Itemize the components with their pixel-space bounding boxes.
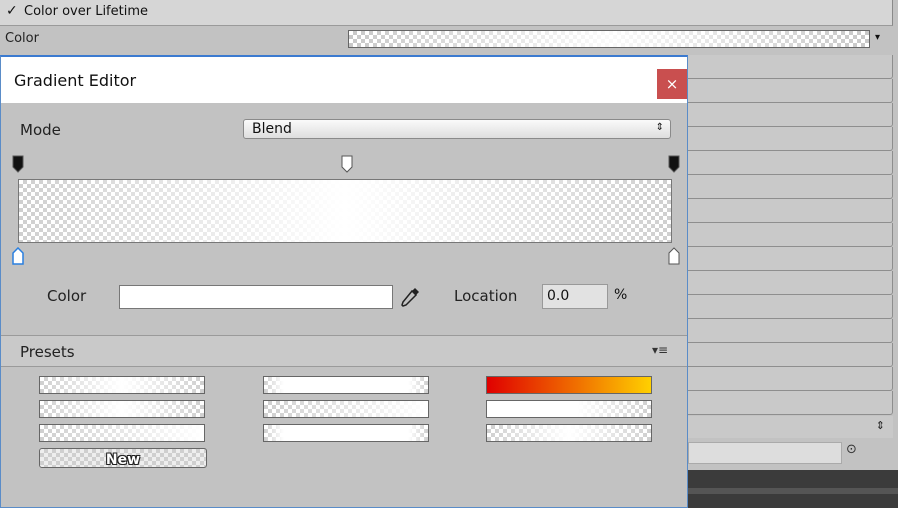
inspector-row xyxy=(688,127,893,151)
color-label: Color xyxy=(47,287,87,305)
preset-swatch[interactable] xyxy=(39,424,205,442)
mode-label: Mode xyxy=(20,121,61,139)
inspector-row xyxy=(688,271,893,295)
presets-label: Presets xyxy=(20,343,75,361)
preset-swatch-fire[interactable] xyxy=(486,376,652,394)
alpha-key-middle[interactable] xyxy=(341,155,353,173)
inspector-row xyxy=(688,151,893,175)
preset-swatch[interactable] xyxy=(263,424,429,442)
inspector-rows xyxy=(688,55,893,415)
inspector-row xyxy=(688,343,893,367)
preset-swatch[interactable] xyxy=(39,376,205,394)
color-key-left-selected[interactable] xyxy=(12,247,24,265)
preset-swatch[interactable] xyxy=(263,376,429,394)
title-bar[interactable]: Gradient Editor × xyxy=(1,57,687,103)
location-label: Location xyxy=(454,287,518,305)
menu-icon[interactable]: ▾≡ xyxy=(652,343,668,357)
inspector-row xyxy=(688,367,893,391)
spinner-icon: ⇕ xyxy=(875,419,885,432)
inspector-dropdown[interactable]: ⇕ xyxy=(688,416,893,438)
color-over-lifetime-header[interactable]: ✓ Color over Lifetime xyxy=(0,0,893,26)
preset-swatch[interactable] xyxy=(486,400,652,418)
location-input[interactable]: 0.0 xyxy=(542,284,608,309)
section-title: Color over Lifetime xyxy=(24,4,148,19)
inspector-row xyxy=(688,199,893,223)
inspector-row xyxy=(688,79,893,103)
new-preset-label: New xyxy=(105,452,141,468)
inspector-object-field[interactable] xyxy=(688,442,842,464)
color-property-row: Color ▾ xyxy=(0,27,898,51)
close-icon: × xyxy=(665,75,679,93)
close-button[interactable]: × xyxy=(657,69,687,99)
dropdown-arrow-icon[interactable]: ▾ xyxy=(875,32,880,43)
alpha-key-right[interactable] xyxy=(668,155,680,173)
enable-checkbox-icon[interactable]: ✓ xyxy=(6,3,18,19)
preset-swatch[interactable] xyxy=(263,400,429,418)
alpha-key-left[interactable] xyxy=(12,155,24,173)
color-property-label: Color xyxy=(5,31,39,46)
mode-dropdown[interactable]: Blend ⇕ xyxy=(243,119,671,139)
inspector-row xyxy=(688,247,893,271)
eyedropper-icon[interactable] xyxy=(398,285,422,309)
gradient-preview-bar[interactable] xyxy=(18,179,672,243)
inspector-row xyxy=(688,295,893,319)
inspector-row xyxy=(688,55,893,79)
strip-line xyxy=(688,488,898,494)
preset-swatch[interactable] xyxy=(486,424,652,442)
inspector-row xyxy=(688,391,893,415)
inspector-row xyxy=(688,103,893,127)
dark-panel-strip xyxy=(688,470,898,508)
window-title: Gradient Editor xyxy=(14,71,137,90)
gradient-editor-window: Gradient Editor × Mode Blend ⇕ Color Loc… xyxy=(0,55,688,508)
color-key-right[interactable] xyxy=(668,247,680,265)
preset-swatch[interactable] xyxy=(39,400,205,418)
target-icon[interactable]: ⊙ xyxy=(846,442,857,457)
percent-unit: % xyxy=(614,287,628,303)
gradient-swatch[interactable] xyxy=(348,30,870,48)
inspector-row xyxy=(688,223,893,247)
inspector-row xyxy=(688,175,893,199)
color-field[interactable] xyxy=(119,285,393,309)
inspector-row xyxy=(688,319,893,343)
presets-header: Presets ▾≡ xyxy=(1,335,687,367)
mode-value: Blend xyxy=(252,121,292,137)
location-value: 0.0 xyxy=(547,288,570,304)
dropdown-spinner-icon: ⇕ xyxy=(655,122,664,133)
new-preset-button[interactable]: New xyxy=(39,448,207,468)
